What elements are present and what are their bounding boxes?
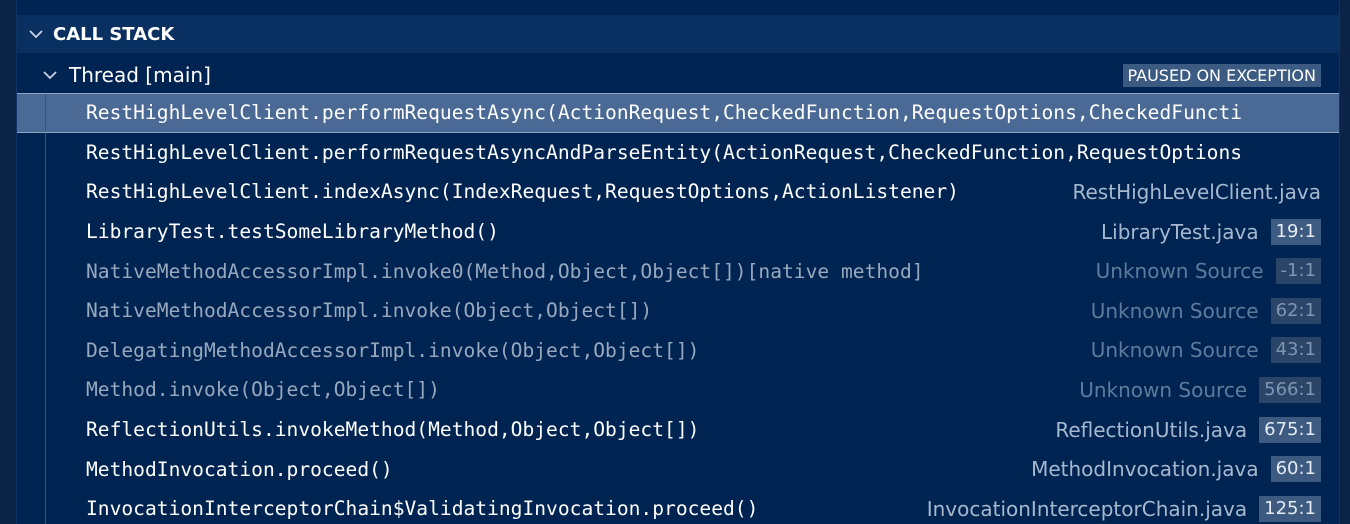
frame-name: DelegatingMethodAccessorImpl.invoke(Obje… (86, 338, 700, 362)
frame-name: MethodInvocation.proceed() (86, 457, 393, 481)
indent-guide (45, 211, 46, 252)
section-title: CALL STACK (53, 23, 175, 45)
stack-frame[interactable]: NativeMethodAccessorImpl.invoke0(Method,… (17, 251, 1339, 291)
frame-name: RestHighLevelClient.performRequestAsyncA… (86, 140, 1243, 164)
stack-frame[interactable]: LibraryTest.testSomeLibraryMethod() Libra… (17, 211, 1339, 252)
frame-line-badge: 43:1 (1270, 337, 1321, 364)
indent-guide (45, 172, 46, 212)
indent-guide (45, 290, 46, 331)
frame-location: InvocationInterceptorChain.java 125:1 (926, 495, 1321, 522)
frame-location: MethodInvocation.java 60:1 (1031, 456, 1321, 483)
stack-frame-list: RestHighLevelClient.performRequestAsync(… (17, 93, 1339, 524)
frame-source-file: Unknown Source (1090, 298, 1259, 323)
frame-name: RestHighLevelClient.performRequestAsync(… (86, 101, 1243, 125)
frame-location: Unknown Source 43:1 (1090, 337, 1321, 364)
indent-guide (45, 488, 46, 524)
indent-guide (45, 94, 46, 132)
call-stack-section-header[interactable]: CALL STACK (17, 15, 1339, 53)
stack-frame[interactable]: RestHighLevelClient.performRequestAsync(… (17, 93, 1339, 133)
call-stack-panel: CALL STACK Thread [main] PAUSED ON EXCEP… (16, 0, 1340, 524)
indent-guide (45, 132, 46, 173)
indent-guide (45, 370, 46, 410)
frame-source-file: ReflectionUtils.java (1055, 417, 1248, 442)
frame-source-file: MethodInvocation.java (1031, 457, 1259, 482)
indent-guide (45, 330, 46, 371)
frame-line-badge: 125:1 (1259, 495, 1321, 522)
frame-line-badge: -1:1 (1275, 258, 1321, 285)
frame-location: Unknown Source 62:1 (1090, 297, 1321, 324)
frame-name: LibraryTest.testSomeLibraryMethod() (86, 220, 499, 244)
frame-name: RestHighLevelClient.indexAsync(IndexRequ… (86, 180, 959, 204)
indent-guide (45, 449, 46, 489)
thread-main[interactable]: Thread [main] PAUSED ON EXCEPTION (17, 56, 1339, 94)
stack-frame[interactable]: Method.invoke(Object,Object[]) Unknown So… (17, 370, 1339, 410)
frame-name: ReflectionUtils.invokeMethod(Method,Obje… (86, 418, 700, 442)
frame-line-badge: 19:1 (1270, 218, 1321, 245)
frame-name: NativeMethodAccessorImpl.invoke(Object,O… (86, 299, 653, 323)
thread-label: Thread [main] (69, 63, 211, 87)
frame-location: Unknown Source 566:1 (1079, 376, 1321, 403)
frame-line-badge: 60:1 (1270, 456, 1321, 483)
frame-source-file: InvocationInterceptorChain.java (926, 496, 1248, 521)
stack-frame[interactable]: MethodInvocation.proceed() MethodInvocati… (17, 449, 1339, 489)
frame-location: Unknown Source -1:1 (1095, 258, 1321, 285)
frame-name: InvocationInterceptorChain$ValidatingInv… (86, 497, 759, 521)
indent-guide (45, 409, 46, 450)
frame-location: ReflectionUtils.java 675:1 (1055, 416, 1321, 443)
stack-frame[interactable]: ReflectionUtils.invokeMethod(Method,Obje… (17, 409, 1339, 450)
frame-source-file: Unknown Source (1090, 338, 1259, 363)
frame-source-file: RestHighLevelClient.java (1072, 179, 1322, 204)
frame-source-file: LibraryTest.java (1101, 219, 1259, 244)
stack-frame[interactable]: RestHighLevelClient.performRequestAsyncA… (17, 132, 1339, 173)
frame-name: Method.invoke(Object,Object[]) (86, 378, 440, 402)
frame-location: RestHighLevelClient.java (1073, 180, 1322, 204)
chevron-down-icon[interactable] (25, 23, 47, 45)
stack-frame[interactable]: DelegatingMethodAccessorImpl.invoke(Obje… (17, 330, 1339, 371)
stack-frame[interactable]: NativeMethodAccessorImpl.invoke(Object,O… (17, 290, 1339, 331)
frame-name: NativeMethodAccessorImpl.invoke0(Method,… (86, 259, 924, 283)
chevron-down-icon[interactable] (39, 64, 61, 86)
frame-line-badge: 675:1 (1259, 416, 1321, 443)
frame-location: LibraryTest.java 19:1 (1101, 218, 1321, 245)
stack-frame[interactable]: InvocationInterceptorChain$ValidatingInv… (17, 488, 1339, 524)
status-badge: PAUSED ON EXCEPTION (1122, 64, 1321, 87)
frame-source-file: Unknown Source (1095, 259, 1264, 284)
indent-guide (45, 251, 46, 291)
stack-frame[interactable]: RestHighLevelClient.indexAsync(IndexRequ… (17, 172, 1339, 212)
frame-source-file: Unknown Source (1079, 377, 1248, 402)
frame-line-badge: 62:1 (1270, 297, 1321, 324)
frame-line-badge: 566:1 (1259, 376, 1321, 403)
